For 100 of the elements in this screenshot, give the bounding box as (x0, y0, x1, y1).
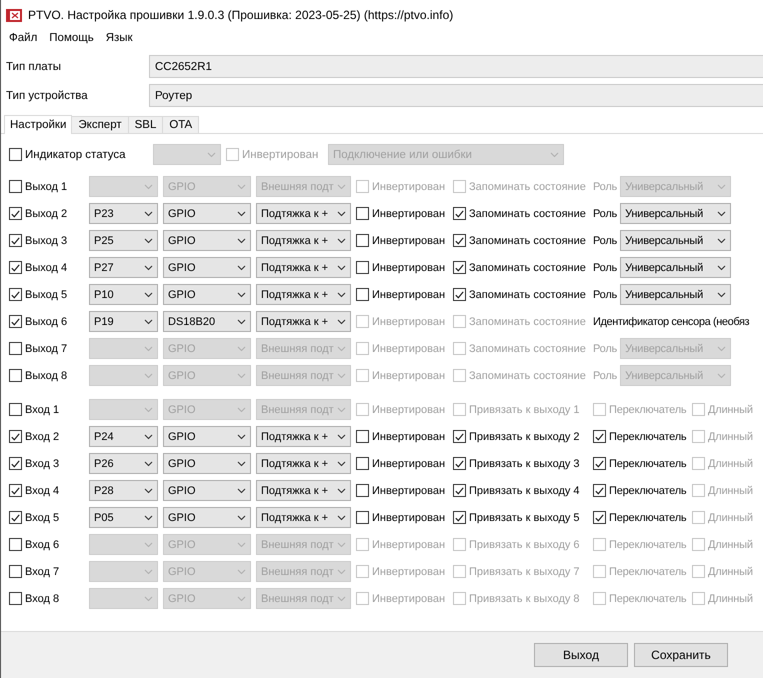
pin-dropdown[interactable]: P28 (89, 480, 158, 501)
readonly-field[interactable]: Роутер (149, 84, 763, 107)
checkbox[interactable]: Выход 5 (9, 288, 84, 301)
tab[interactable]: SBL (128, 116, 164, 133)
type-dropdown[interactable]: GPIO (163, 480, 251, 501)
chevron-icon (144, 460, 153, 466)
tab[interactable]: Настройки (4, 115, 72, 134)
type-dropdown[interactable]: GPIO (163, 284, 251, 305)
checkbox[interactable]: Выход 1 (9, 180, 84, 193)
checkbox[interactable]: Инвертирован (356, 511, 448, 524)
type-dropdown[interactable]: GPIO (163, 230, 251, 251)
pull-dropdown[interactable]: Подтяжка к + (256, 257, 351, 278)
menu-item[interactable]: Язык (100, 30, 139, 47)
type-dropdown[interactable]: GPIO (163, 507, 251, 528)
checkmark-icon (595, 432, 604, 440)
exit-button[interactable]: Выход (534, 643, 628, 667)
pull-dropdown[interactable]: Подтяжка к + (256, 480, 351, 501)
type-dropdown[interactable]: GPIO (163, 426, 251, 447)
checkbox[interactable]: Привязать к выходу 2 (453, 430, 588, 443)
type-dropdown[interactable]: GPIO (163, 453, 251, 474)
checkbox[interactable]: Индикатор статуса (9, 148, 126, 161)
checkbox[interactable]: Вход 5 (9, 511, 84, 524)
checkbox[interactable]: Выход 4 (9, 261, 84, 274)
checkbox[interactable]: Инвертирован (356, 430, 448, 443)
pin-dropdown[interactable]: P10 (89, 284, 158, 305)
checkbox[interactable]: Переключатель (593, 457, 686, 470)
pin-dropdown[interactable]: P26 (89, 453, 158, 474)
chevron-icon (337, 406, 346, 412)
pull-dropdown[interactable]: Подтяжка к + (256, 426, 351, 447)
status-pin-dropdown[interactable] (153, 144, 221, 165)
checkmark-icon (455, 210, 464, 218)
chevron-icon (550, 152, 559, 158)
menu-item[interactable]: Помощь (43, 30, 100, 47)
type-dropdown[interactable]: GPIO (163, 203, 251, 224)
checkbox[interactable]: Вход 3 (9, 457, 84, 470)
chevron-icon (144, 568, 153, 574)
pull-dropdown[interactable]: Подтяжка к + (256, 284, 351, 305)
pin-dropdown[interactable]: P27 (89, 257, 158, 278)
pin-dropdown[interactable] (89, 399, 158, 420)
checkbox[interactable]: Вход 4 (9, 484, 84, 497)
type-dropdown[interactable]: DS18B20 (163, 311, 251, 332)
checkbox[interactable]: Переключатель (593, 430, 686, 443)
checkbox[interactable]: Вход 6 (9, 538, 84, 551)
pin-dropdown[interactable] (89, 561, 158, 582)
checkbox[interactable]: Запоминать состояние (453, 288, 588, 301)
save-button[interactable]: Сохранить (634, 643, 728, 667)
checkbox[interactable]: Инвертирован (356, 261, 448, 274)
chevron-icon (144, 210, 153, 216)
pin-dropdown[interactable]: P05 (89, 507, 158, 528)
checkbox[interactable]: Выход 8 (9, 369, 84, 382)
tab[interactable]: Эксперт (71, 116, 129, 133)
chevron-icon (337, 514, 346, 520)
checkbox[interactable]: Вход 2 (9, 430, 84, 443)
checkbox[interactable]: Переключатель (593, 484, 686, 497)
checkbox[interactable]: Вход 1 (9, 403, 84, 416)
checkbox[interactable]: Инвертирован (356, 207, 448, 220)
checkbox[interactable]: Привязать к выходу 5 (453, 511, 588, 524)
role-dropdown[interactable]: Универсальный (620, 203, 732, 224)
chevron-icon (237, 210, 246, 216)
readonly-field[interactable]: CC2652R1 (149, 55, 763, 78)
checkbox[interactable]: Инвертирован (356, 234, 448, 247)
checkbox[interactable]: Выход 6 (9, 315, 84, 328)
checkbox[interactable]: Запоминать состояние (453, 234, 588, 247)
checkbox[interactable]: Вход 7 (9, 565, 84, 578)
role-dropdown[interactable]: Универсальный (620, 257, 732, 278)
menu-item[interactable]: Файл (3, 30, 44, 47)
checkbox[interactable]: Выход 3 (9, 234, 84, 247)
checkbox[interactable]: Запоминать состояние (453, 261, 588, 274)
pull-dropdown[interactable]: Подтяжка к + (256, 203, 351, 224)
chevron-icon (717, 238, 726, 244)
pin-dropdown[interactable]: P25 (89, 230, 158, 251)
checkbox[interactable]: Инвертирован (356, 288, 448, 301)
checkbox[interactable]: Инвертирован (356, 484, 448, 497)
role-dropdown[interactable]: Универсальный (620, 230, 732, 251)
checkbox[interactable]: Вход 8 (9, 592, 84, 605)
checkbox[interactable]: Запоминать состояние (453, 207, 588, 220)
pull-dropdown[interactable]: Подтяжка к + (256, 311, 351, 332)
pin-dropdown[interactable] (89, 588, 158, 609)
chevron-icon (237, 318, 246, 324)
checkbox[interactable]: Инвертирован (356, 457, 448, 470)
pin-dropdown[interactable]: P19 (89, 311, 158, 332)
pull-dropdown[interactable]: Подтяжка к + (256, 230, 351, 251)
checkmark-icon (595, 460, 604, 468)
pin-dropdown[interactable] (89, 365, 158, 386)
pull-dropdown[interactable]: Подтяжка к + (256, 507, 351, 528)
pin-dropdown[interactable] (89, 534, 158, 555)
tab[interactable]: OTA (162, 116, 200, 133)
pin-dropdown[interactable] (89, 176, 158, 197)
chevron-icon (337, 318, 346, 324)
checkbox[interactable]: Переключатель (593, 511, 686, 524)
pin-dropdown[interactable]: P23 (89, 203, 158, 224)
checkbox[interactable]: Привязать к выходу 3 (453, 457, 588, 470)
checkbox[interactable]: Выход 2 (9, 207, 84, 220)
checkbox[interactable]: Привязать к выходу 4 (453, 484, 588, 497)
pin-dropdown[interactable]: P24 (89, 426, 158, 447)
pin-dropdown[interactable] (89, 338, 158, 359)
type-dropdown[interactable]: GPIO (163, 257, 251, 278)
role-dropdown[interactable]: Универсальный (620, 284, 732, 305)
pull-dropdown[interactable]: Подтяжка к + (256, 453, 351, 474)
checkbox[interactable]: Выход 7 (9, 342, 84, 355)
